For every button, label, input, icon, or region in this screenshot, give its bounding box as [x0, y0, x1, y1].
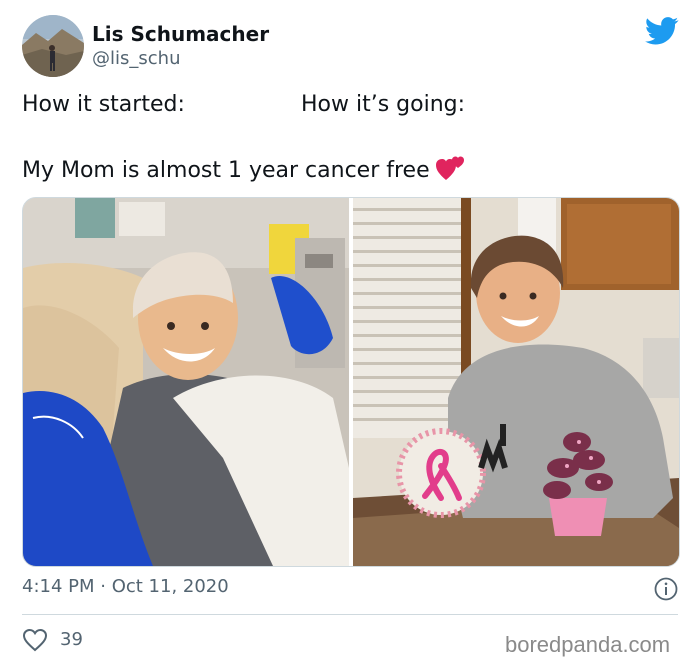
tweet-text-line-2: My Mom is almost 1 year cancer free — [22, 154, 466, 188]
avatar-photo — [22, 15, 84, 77]
how-its-going-label: How it’s going: — [301, 92, 466, 117]
two-hearts-icon — [435, 154, 466, 188]
user-handle[interactable]: @lis_schu — [92, 48, 180, 69]
like-count: 39 — [60, 629, 83, 650]
tweet-message: My Mom is almost 1 year cancer free — [22, 158, 430, 183]
info-icon[interactable] — [654, 577, 678, 601]
tweet-media[interactable] — [22, 197, 680, 567]
tweet-card: Lis Schumacher @lis_schu How it started:… — [0, 0, 700, 668]
how-it-started-label: How it started: — [22, 92, 185, 117]
photo-how-it-started[interactable] — [23, 198, 349, 566]
tweet-timestamp[interactable]: 4:14 PM · Oct 11, 2020 — [22, 576, 229, 597]
display-name[interactable]: Lis Schumacher — [92, 22, 269, 46]
avatar[interactable] — [22, 15, 84, 77]
twitter-bird-icon — [644, 17, 679, 45]
photo-how-its-going[interactable] — [353, 198, 679, 566]
divider — [22, 614, 678, 615]
heart-icon[interactable] — [22, 628, 48, 652]
watermark: boredpanda.com — [505, 632, 671, 657]
tweet-text-line-1: How it started: How it’s going: — [22, 92, 682, 122]
